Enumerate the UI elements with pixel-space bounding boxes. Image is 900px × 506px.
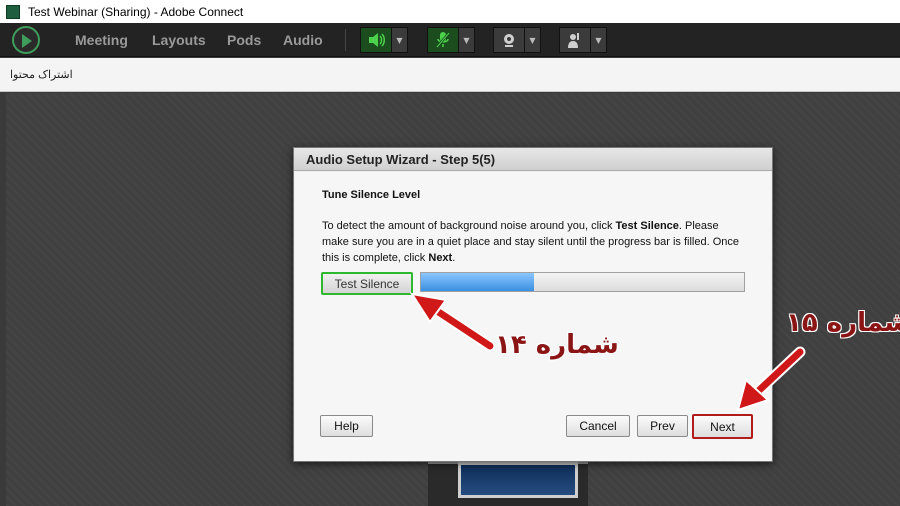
menu-layouts[interactable]: Layouts (152, 32, 206, 48)
menu-pods[interactable]: Pods (227, 32, 261, 48)
step-heading: Tune Silence Level (322, 189, 421, 201)
webcam-icon[interactable] (493, 27, 525, 53)
next-button[interactable]: Next (692, 414, 753, 439)
microphone-muted-icon[interactable] (427, 27, 459, 53)
step-description: To detect the amount of background noise… (322, 220, 740, 264)
menu-bar: Meeting Layouts Pods Audio ▼ ▼ ▼ ▼ (0, 23, 900, 57)
audio-setup-wizard-dialog: Audio Setup Wizard - Step 5(5) Tune Sile… (293, 147, 773, 462)
webcam-dropdown-chevron-icon[interactable]: ▼ (525, 27, 541, 53)
speaker-icon[interactable] (360, 27, 392, 53)
speaker-dropdown-chevron-icon[interactable]: ▼ (392, 27, 408, 53)
pod-title: اشتراک محتوا (10, 69, 73, 81)
raise-hand-dropdown-chevron-icon[interactable]: ▼ (591, 27, 607, 53)
microphone-dropdown-chevron-icon[interactable]: ▼ (459, 27, 475, 53)
adobe-connect-app-icon (6, 4, 20, 19)
speaker-control: ▼ (360, 27, 408, 53)
annotation-label-14: شماره ۱۴ (495, 330, 619, 360)
microphone-control: ▼ (427, 27, 475, 53)
dialog-title[interactable]: Audio Setup Wizard - Step 5(5) (294, 148, 772, 171)
window-titlebar: Test Webinar (Sharing) - Adobe Connect (0, 0, 900, 23)
progress-fill (421, 273, 535, 291)
adobe-connect-logo-icon[interactable] (12, 26, 40, 54)
test-silence-button[interactable]: Test Silence (321, 272, 413, 295)
menu-audio[interactable]: Audio (283, 32, 323, 48)
raise-hand-control: ▼ (559, 27, 607, 53)
raise-hand-icon[interactable] (559, 27, 591, 53)
cancel-button[interactable]: Cancel (566, 415, 630, 437)
menu-meeting[interactable]: Meeting (75, 32, 128, 48)
prev-button[interactable]: Prev (637, 415, 688, 437)
annotation-label-15: شماره ۱۵ (786, 308, 900, 338)
help-button[interactable]: Help (320, 415, 373, 437)
pod-header: اشتراک محتوا (0, 58, 900, 92)
dialog-body: Tune Silence Level To detect the amount … (295, 172, 771, 461)
silence-progress-bar (420, 272, 745, 292)
background-device-screen (458, 462, 578, 498)
webcam-control: ▼ (493, 27, 541, 53)
window-title: Test Webinar (Sharing) - Adobe Connect (28, 4, 244, 19)
